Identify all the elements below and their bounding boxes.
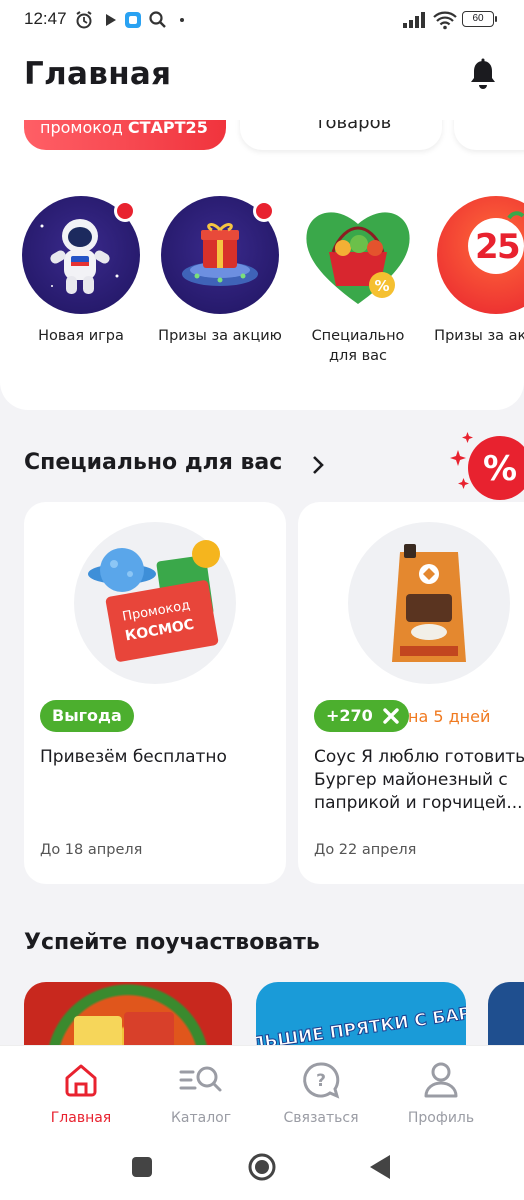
recents-icon[interactable] — [130, 1155, 154, 1179]
chevron-right-icon[interactable] — [310, 454, 326, 476]
sauce-pack-image — [392, 544, 466, 662]
system-navigation-bar — [0, 1135, 524, 1200]
story-label: Призы за акцию — [158, 328, 282, 344]
svg-text:%: % — [483, 449, 517, 489]
basket-heart-icon: % — [306, 212, 410, 304]
status-time: 12:47 — [24, 9, 67, 28]
nav-label: Каталог — [170, 1110, 232, 1126]
status-bar: 12:47 60 — [0, 0, 524, 40]
nav-label: Профиль — [407, 1110, 475, 1126]
offer-image: Промокод КОСМОС — [74, 522, 236, 684]
story-circle: % — [299, 196, 417, 314]
profile-icon — [424, 1062, 458, 1098]
promo-code: СТАРТ25 — [127, 120, 208, 137]
back-icon[interactable] — [368, 1153, 392, 1181]
promo-banner-barni[interactable]: БОЛЬШИЕ ПРЯТКИ С БАРНИ — [256, 982, 466, 1045]
story-label: Новая игра — [38, 328, 124, 344]
wifi-icon — [433, 11, 457, 30]
barni-banner-text: БОЛЬШИЕ ПРЯТКИ С БАРНИ — [256, 1000, 466, 1045]
quick-card-3[interactable] — [454, 120, 524, 150]
promo-banner-image — [74, 1012, 174, 1045]
home-system-icon[interactable] — [246, 1151, 278, 1183]
story-special[interactable]: % Специально для вас — [296, 196, 420, 366]
page-title: Главная — [24, 56, 172, 92]
participate-section-title: Успейте поучаствовать — [24, 930, 320, 955]
story-label: Специально для вас — [311, 328, 405, 364]
benefit-badge: Выгода — [40, 700, 134, 732]
nav-catalog[interactable]: Каталог — [146, 1060, 256, 1126]
signal-icon — [403, 12, 425, 28]
items-quick-card[interactable]: товаров — [240, 120, 442, 150]
svg-text:5: 5 — [497, 227, 521, 267]
days-label: на 5 дней — [408, 707, 491, 726]
app-header: Главная — [0, 40, 524, 120]
more-notifications-icon — [180, 18, 184, 22]
story-circle — [161, 196, 279, 314]
nav-contact[interactable]: ? Связаться — [266, 1060, 376, 1126]
bell-icon[interactable] — [468, 58, 498, 92]
app-notification-icon — [125, 12, 141, 28]
special-section-title[interactable]: Специально для вас — [24, 450, 282, 475]
25-years-icon: 2 5 — [468, 211, 524, 274]
offer-title: Привезём бесплатно — [40, 747, 227, 767]
new-dot — [253, 200, 275, 222]
bottom-navigation: Главная Каталог ? Связаться Профиль — [0, 1045, 524, 1135]
promo-code-chip[interactable]: промокод СТАРТ25 — [24, 120, 226, 150]
percent-badge-icon: % — [450, 432, 524, 500]
story-circle: 2 5 — [437, 196, 524, 314]
nav-profile[interactable]: Профиль — [386, 1060, 496, 1126]
search-status-icon — [149, 11, 166, 28]
stories-row: Новая игра Призы за акцию % Специально д… — [0, 196, 524, 366]
promo-banner-1[interactable] — [24, 982, 232, 1045]
battery-indicator: 60 — [462, 11, 497, 27]
story-label: Призы за акцию — [434, 328, 524, 344]
points-badge: +270 — [314, 700, 409, 732]
promo-banner-3[interactable] — [488, 982, 524, 1045]
points-value: +270 — [326, 706, 373, 725]
home-icon — [65, 1064, 97, 1097]
nav-label: Главная — [50, 1110, 112, 1126]
offer-title: Соус Я люблю готовить Бургер майонезный … — [314, 747, 524, 813]
offer-date: До 18 апреля — [40, 842, 143, 858]
catalog-search-icon — [179, 1066, 222, 1092]
promo-prefix: промокод — [40, 120, 128, 137]
help-chat-icon: ? — [303, 1062, 340, 1099]
offer-card-sauce[interactable]: +270 на 5 дней Соус Я люблю готовить Бур… — [298, 502, 524, 884]
nav-label: Связаться — [283, 1110, 359, 1126]
story-circle — [22, 196, 140, 314]
main-scroll[interactable]: промокод СТАРТ25 товаров Новая игра Приз… — [0, 120, 524, 1045]
story-prizes-25[interactable]: 2 5 Призы за акцию — [434, 196, 524, 346]
svg-text:2: 2 — [475, 227, 499, 267]
offer-image — [348, 522, 510, 684]
alarm-icon — [76, 11, 92, 29]
svg-text:%: % — [374, 277, 389, 295]
offer-card-free-delivery[interactable]: Промокод КОСМОС Выгода Привезём бесплатн… — [24, 502, 286, 884]
story-prizes[interactable]: Призы за акцию — [158, 196, 282, 346]
items-label: товаров — [315, 120, 392, 133]
nav-home[interactable]: Главная — [26, 1060, 136, 1126]
play-store-icon — [106, 14, 116, 26]
svg-text:?: ? — [316, 1071, 326, 1091]
story-new-game[interactable]: Новая игра — [19, 196, 143, 346]
new-dot — [114, 200, 136, 222]
barni-banner-image: БОЛЬШИЕ ПРЯТКИ С БАРНИ — [256, 999, 466, 1045]
offer-date: До 22 апреля — [314, 842, 417, 858]
promo-cosmos-image: Промокод КОСМОС — [88, 540, 220, 662]
points-x-icon — [383, 708, 399, 724]
